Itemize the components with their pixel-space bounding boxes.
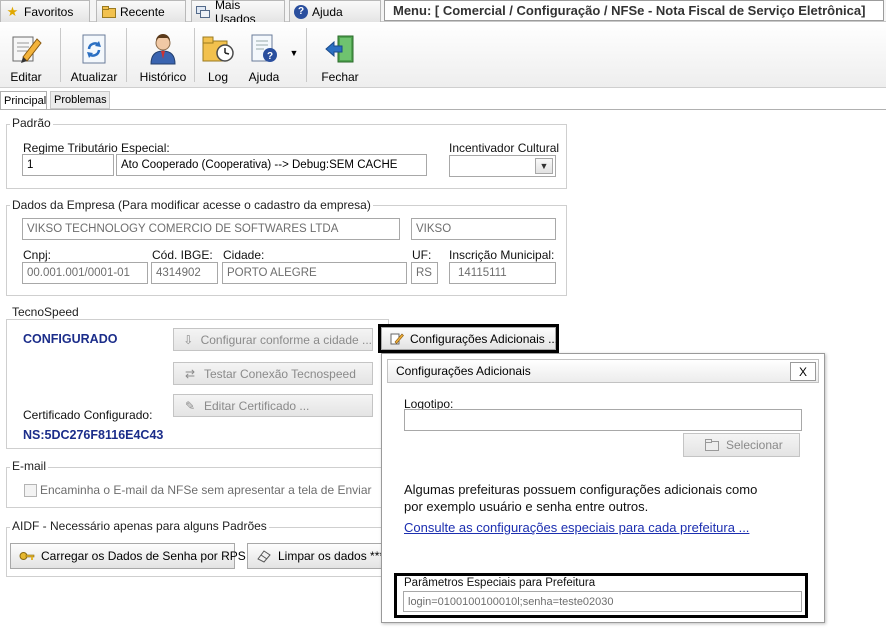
close-button[interactable]: X <box>790 362 816 381</box>
selecionar-label: Selecionar <box>726 438 783 452</box>
download-arrow-icon: ⇩ <box>183 332 194 347</box>
certificate-edit-icon: ✎ <box>184 398 196 413</box>
eraser-icon <box>256 548 272 564</box>
ibge-field: 4314902 <box>151 262 218 284</box>
encaminha-email-label: Encaminha o E-mail da NFSe sem apresenta… <box>40 483 372 497</box>
consulte-configuracoes-link[interactable]: Consulte as configurações especiais para… <box>404 520 749 535</box>
cidade-label: Cidade: <box>223 248 265 262</box>
empresa-title: Dados da Empresa (Para modificar acesse … <box>10 198 373 212</box>
log-label: Log <box>207 70 229 84</box>
uf-label: UF: <box>412 248 432 262</box>
tecnospeed-title: TecnoSpeed <box>10 305 81 319</box>
regime-label: Regime Tributário Especial: <box>23 141 170 155</box>
editar-button[interactable]: Editar <box>6 26 46 84</box>
parametros-label: Parâmetros Especiais para Prefeitura <box>404 577 596 589</box>
tab-recente[interactable]: Recente <box>96 0 186 22</box>
configuracoes-adicionais-label: Configurações Adicionais ... <box>410 331 559 346</box>
chevron-down-icon[interactable]: ▼ <box>289 46 299 60</box>
tab-ajuda-label: Ajuda <box>312 4 343 19</box>
parametros-field[interactable]: login=0100100100010l;senha=teste02030 <box>403 591 802 612</box>
email-title: E-mail <box>10 459 49 473</box>
cidade-field: PORTO ALEGRE <box>222 262 407 284</box>
key-icon <box>19 548 35 564</box>
certificado-label: Certificado Configurado: <box>23 408 153 422</box>
toolbar-separator <box>306 28 307 82</box>
tab-mais-usados[interactable]: Mais Usados <box>191 0 285 26</box>
edit-pencil-icon <box>390 331 404 347</box>
editar-label: Editar <box>10 70 42 84</box>
historico-label: Histórico <box>139 70 187 84</box>
edit-icon <box>12 36 42 63</box>
testar-conexao-label: Testar Conexão Tecnospeed <box>204 366 356 381</box>
inscricao-field: 14115111 <box>449 262 556 284</box>
selecionar-button[interactable]: Selecionar <box>683 433 800 457</box>
tab-favoritos[interactable]: ★ Favoritos <box>0 0 90 22</box>
tab-problemas[interactable]: Problemas <box>50 91 110 109</box>
dialog-title-bar: Configurações Adicionais <box>387 359 819 383</box>
limpar-dados-button[interactable]: Limpar os dados *** <box>247 543 387 569</box>
fechar-button[interactable]: Fechar <box>320 26 360 84</box>
toolbar <box>0 22 886 88</box>
cnpj-field: 00.001.001/0001-01 <box>22 262 148 284</box>
regime-description-field[interactable]: Ato Cooperado (Cooperativa) --> Debug:SE… <box>116 154 427 176</box>
info-line-2: por exemplo usuário e senha entre outros… <box>404 499 649 514</box>
logotipo-field[interactable] <box>404 409 802 431</box>
user-history-icon <box>150 34 176 65</box>
screens-icon <box>196 4 211 19</box>
editar-certificado-button[interactable]: ✎ Editar Certificado ... <box>173 394 373 417</box>
carregar-dados-senha-button[interactable]: Carregar os Dados de Senha por RPS <box>10 543 246 569</box>
atualizar-label: Atualizar <box>70 70 118 84</box>
refresh-icon <box>82 34 106 64</box>
certificado-ns: NS:5DC276F8116E4C43 <box>23 428 164 442</box>
tab-principal[interactable]: Principal <box>0 91 47 109</box>
regime-code-field[interactable]: 1 <box>22 154 114 176</box>
inscricao-label: Inscrição Municipal: <box>449 248 555 262</box>
nome-fantasia-field: VIKSO <box>411 218 556 240</box>
configurar-cidade-button[interactable]: ⇩ Configurar conforme a cidade ... <box>173 328 373 351</box>
ibge-label: Cód. IBGE: <box>152 248 213 262</box>
editar-certificado-label: Editar Certificado ... <box>204 398 310 413</box>
limpar-dados-label: Limpar os dados *** <box>278 549 385 563</box>
exit-door-icon <box>325 35 354 63</box>
help-document-icon: ? <box>251 34 277 62</box>
incentivador-label: Incentivador Cultural <box>449 141 560 155</box>
atualizar-button[interactable]: Atualizar <box>70 26 118 84</box>
ajuda-button[interactable]: ? Ajuda <box>244 26 284 84</box>
aidf-title: AIDF - Necessário apenas para alguns Pad… <box>10 519 269 533</box>
log-folder-clock-icon <box>202 36 234 62</box>
tab-principal-label: Principal <box>4 94 47 107</box>
folder-icon <box>101 4 116 19</box>
menu-title: Menu: [ Comercial / Configuração / NFSe … <box>384 0 884 21</box>
tab-favoritos-label: Favoritos <box>24 4 74 19</box>
toolbar-separator <box>194 28 195 82</box>
tab-recente-label: Recente <box>120 4 165 19</box>
uf-field: RS <box>411 262 438 284</box>
toolbar-separator <box>60 28 61 82</box>
configurar-cidade-label: Configurar conforme a cidade ... <box>200 332 372 347</box>
image-select-icon <box>704 437 720 453</box>
historico-button[interactable]: Histórico <box>138 26 188 84</box>
connection-icon: ⇄ <box>184 366 196 381</box>
razao-social-field: VIKSO TECHNOLOGY COMERCIO DE SOFTWARES L… <box>22 218 400 240</box>
incentivador-select[interactable]: ▼ <box>449 155 556 177</box>
chevron-down-icon[interactable]: ▼ <box>535 158 553 174</box>
log-button[interactable]: Log <box>200 26 236 84</box>
fechar-label: Fechar <box>321 70 359 84</box>
svg-text:?: ? <box>267 51 273 62</box>
toolbar-separator <box>126 28 127 82</box>
tab-problemas-label: Problemas <box>54 94 107 106</box>
tab-ajuda[interactable]: ? Ajuda <box>289 0 381 22</box>
star-icon: ★ <box>6 4 19 19</box>
help-icon: ? <box>294 4 308 19</box>
cnpj-label: Cnpj: <box>23 248 52 262</box>
info-line-1: Algumas prefeituras possuem configuraçõe… <box>404 482 758 497</box>
encaminha-email-checkbox[interactable] <box>24 484 37 497</box>
tecnospeed-status: CONFIGURADO <box>23 332 118 346</box>
padrao-title: Padrão <box>10 116 53 130</box>
carregar-dados-senha-label: Carregar os Dados de Senha por RPS <box>41 549 246 563</box>
configuracoes-adicionais-button[interactable]: Configurações Adicionais ... <box>381 327 559 350</box>
dialog-title: Configurações Adicionais <box>396 364 531 378</box>
ajuda-label: Ajuda <box>248 70 280 84</box>
testar-conexao-button[interactable]: ⇄ Testar Conexão Tecnospeed <box>173 362 373 385</box>
